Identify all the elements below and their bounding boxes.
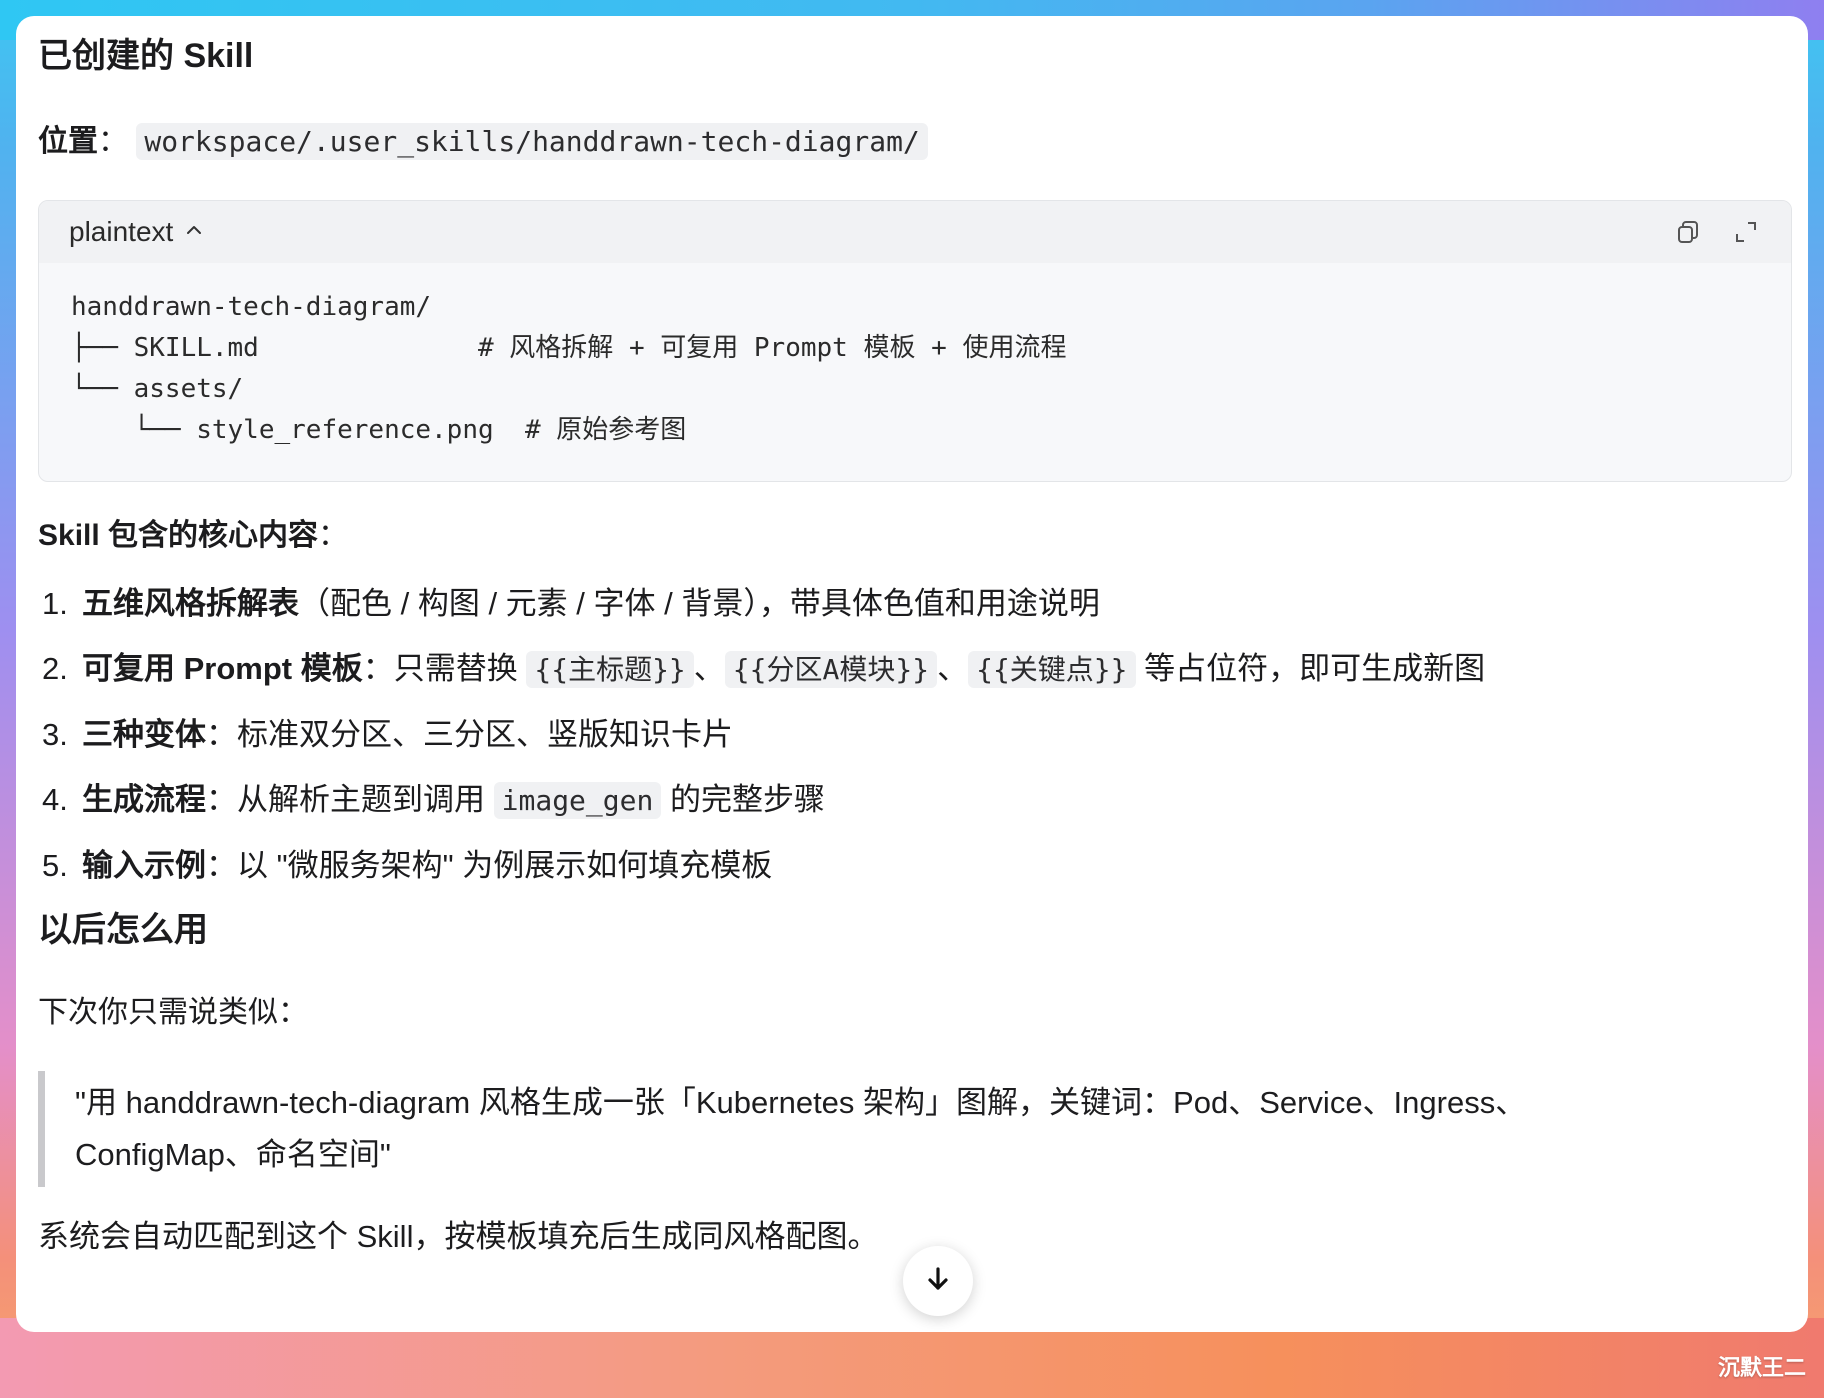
code-block-header: plaintext	[39, 201, 1791, 263]
function-code: image_gen	[493, 782, 662, 819]
list-item-text: （配色 / 构图 / 元素 / 字体 / 背景），带具体色值和用途说明	[299, 586, 1100, 621]
later-heading: 以后怎么用	[38, 911, 208, 949]
list-item-text: ：标准双分区、三分区、竖版知识卡片	[206, 717, 733, 752]
location-sep: ：	[98, 125, 128, 158]
list-item: 5. 输入示例：以 "微服务架构" 为例展示如何填充模板	[38, 842, 1808, 890]
example-quote: "用 handdrawn-tech-diagram 风格生成一张「Kuberne…	[38, 1071, 1715, 1187]
list-item-text: 只需替换	[393, 651, 527, 686]
list-item-sep: ：	[362, 651, 394, 686]
core-heading-sep: ：	[318, 519, 349, 552]
list-item: 3. 三种变体：标准双分区、三分区、竖版知识卡片	[38, 711, 1808, 759]
list-item-title: 三种变体	[82, 717, 206, 752]
message-content: 已创建的 Skill 位置： workspace/.user_skills/ha…	[38, 34, 1808, 1259]
list-item-text: 等占位符，即可生成新图	[1135, 651, 1486, 686]
location-label: 位置	[38, 125, 98, 158]
code-line: └── style_reference.png # 原始参考图	[71, 415, 687, 445]
list-item-text: ：以 "微服务架构" 为例展示如何填充模板	[206, 848, 773, 883]
chat-message-card: 已创建的 Skill 位置： workspace/.user_skills/ha…	[16, 16, 1808, 1332]
language-toggle[interactable]: plaintext	[69, 216, 205, 248]
code-line: └── assets/	[71, 374, 244, 404]
list-number: 3.	[42, 717, 68, 752]
code-line: ├── SKILL.md # 风格拆解 + 可复用 Prompt 模板 + 使用…	[71, 333, 1067, 363]
list-number: 2.	[42, 651, 68, 686]
list-item-text: 的完整步骤	[661, 782, 825, 817]
code-block: plaintext handdrawn-tech-diagram/ ├── SK…	[38, 200, 1792, 482]
quote-line: "用 handdrawn-tech-diagram 风格生成一张「Kuberne…	[75, 1085, 1527, 1120]
core-heading: Skill 包含的核心内容：	[38, 514, 1808, 558]
list-number: 5.	[42, 848, 68, 883]
placeholder-code: {{关键点}}	[968, 651, 1136, 688]
chevron-up-icon	[183, 216, 205, 248]
core-heading-text: Skill 包含的核心内容	[38, 519, 319, 552]
arrow-down-icon	[923, 1264, 953, 1299]
list-item: 1. 五维风格拆解表（配色 / 构图 / 元素 / 字体 / 背景），带具体色值…	[38, 580, 1808, 628]
code-content: handdrawn-tech-diagram/ ├── SKILL.md # 风…	[39, 263, 1791, 481]
core-list: 1. 五维风格拆解表（配色 / 构图 / 元素 / 字体 / 背景），带具体色值…	[38, 580, 1808, 890]
placeholder-code: {{分区A模块}}	[724, 651, 938, 688]
page-title: 已创建的 Skill	[38, 37, 254, 75]
list-item-sep: ：	[206, 782, 237, 817]
list-item-title: 五维风格拆解表	[82, 586, 299, 621]
location-path: workspace/.user_skills/handdrawn-tech-di…	[136, 123, 928, 160]
scroll-to-bottom-button[interactable]	[903, 1246, 973, 1316]
list-number: 4.	[42, 782, 68, 817]
list-item-text: 、	[693, 651, 725, 686]
list-item-title: 生成流程	[82, 782, 206, 817]
later-intro: 下次你只需说类似：	[38, 996, 308, 1029]
list-item: 2. 可复用 Prompt 模板：只需替换 {{主标题}}、 {{分区A模块}}、…	[38, 645, 1808, 694]
location-line: 位置： workspace/.user_skills/handdrawn-tec…	[38, 120, 1808, 164]
list-item-text: 、	[937, 651, 969, 686]
list-number: 1.	[42, 586, 68, 621]
watermark: 沉默王二	[1717, 1355, 1806, 1380]
quote-line: ConfigMap、命名空间"	[75, 1137, 391, 1172]
code-line: handdrawn-tech-diagram/	[71, 292, 432, 322]
language-label: plaintext	[69, 216, 174, 247]
placeholder-code: {{主标题}}	[526, 651, 694, 688]
list-item-text: 从解析主题到调用	[237, 782, 494, 817]
list-item: 4. 生成流程：从解析主题到调用 image_gen 的完整步骤	[38, 776, 1808, 825]
list-item-title: 输入示例	[82, 848, 206, 883]
copy-icon[interactable]	[1673, 217, 1703, 247]
list-item-title: 可复用 Prompt 模板	[82, 651, 363, 686]
expand-icon[interactable]	[1731, 217, 1761, 247]
